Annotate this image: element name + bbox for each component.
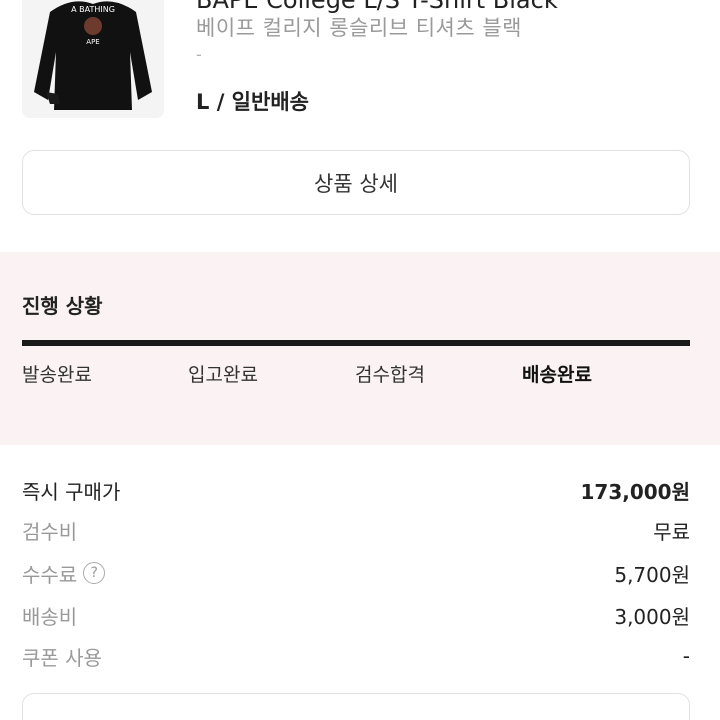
progress-section: 진행 상황 발송완료 입고완료 검수합격 배송완료 [0, 252, 720, 445]
progress-title: 진행 상황 [22, 294, 103, 318]
help-icon[interactable]: ? [83, 562, 106, 584]
step-received: 입고완료 [188, 364, 258, 386]
thumb-text-top: A BATHING [71, 5, 115, 14]
price-row-shipping-fee: 배송비 3,000원 [22, 598, 690, 632]
price-row-instant-buy: 즉시 구매가 173,000원 [22, 473, 690, 507]
price-value: 3,000원 [614, 604, 690, 629]
price-label-wrap: 수수료 ? [22, 559, 106, 588]
price-label: 쿠폰 사용 [22, 645, 102, 670]
price-row-inspection-fee: 검수비 무료 [22, 513, 690, 547]
price-row-coupon: 쿠폰 사용 - [22, 639, 690, 673]
price-value: 무료 [653, 519, 690, 544]
progress-bar [22, 340, 690, 346]
step-delivered: 배송완료 [522, 364, 592, 386]
product-detail-button[interactable]: 상품 상세 [22, 150, 690, 215]
product-subtitle: 베이프 컬리지 롱슬리브 티셔츠 블랙 [196, 16, 522, 40]
price-label: 배송비 [22, 604, 78, 629]
product-thumbnail[interactable]: A BATHING APE [22, 0, 164, 118]
bottom-card[interactable] [22, 693, 690, 720]
price-section: 즉시 구매가 173,000원 검수비 무료 수수료 ? 5,700원 배송비 … [0, 445, 720, 720]
ape-head-logo [84, 17, 102, 35]
price-value: 5,700원 [614, 562, 690, 587]
product-dash: - [196, 45, 202, 64]
price-row-commission: 수수료 ? 5,700원 [22, 556, 690, 590]
thumb-text-bottom: APE [86, 38, 99, 46]
price-value: - [682, 644, 690, 668]
price-label: 즉시 구매가 [22, 479, 121, 504]
tshirt-image: A BATHING APE [22, 0, 164, 118]
progress-fill [22, 340, 690, 346]
price-label: 검수비 [22, 519, 78, 544]
step-shipped: 발송완료 [22, 364, 92, 386]
product-card: A BATHING APE BAPE College L/S T-Shirt B… [0, 0, 720, 130]
step-inspection-passed: 검수합격 [355, 364, 425, 386]
product-option: L / 일반배송 [196, 90, 309, 114]
price-value: 173,000원 [580, 479, 691, 504]
price-label: 수수료 [22, 562, 78, 587]
